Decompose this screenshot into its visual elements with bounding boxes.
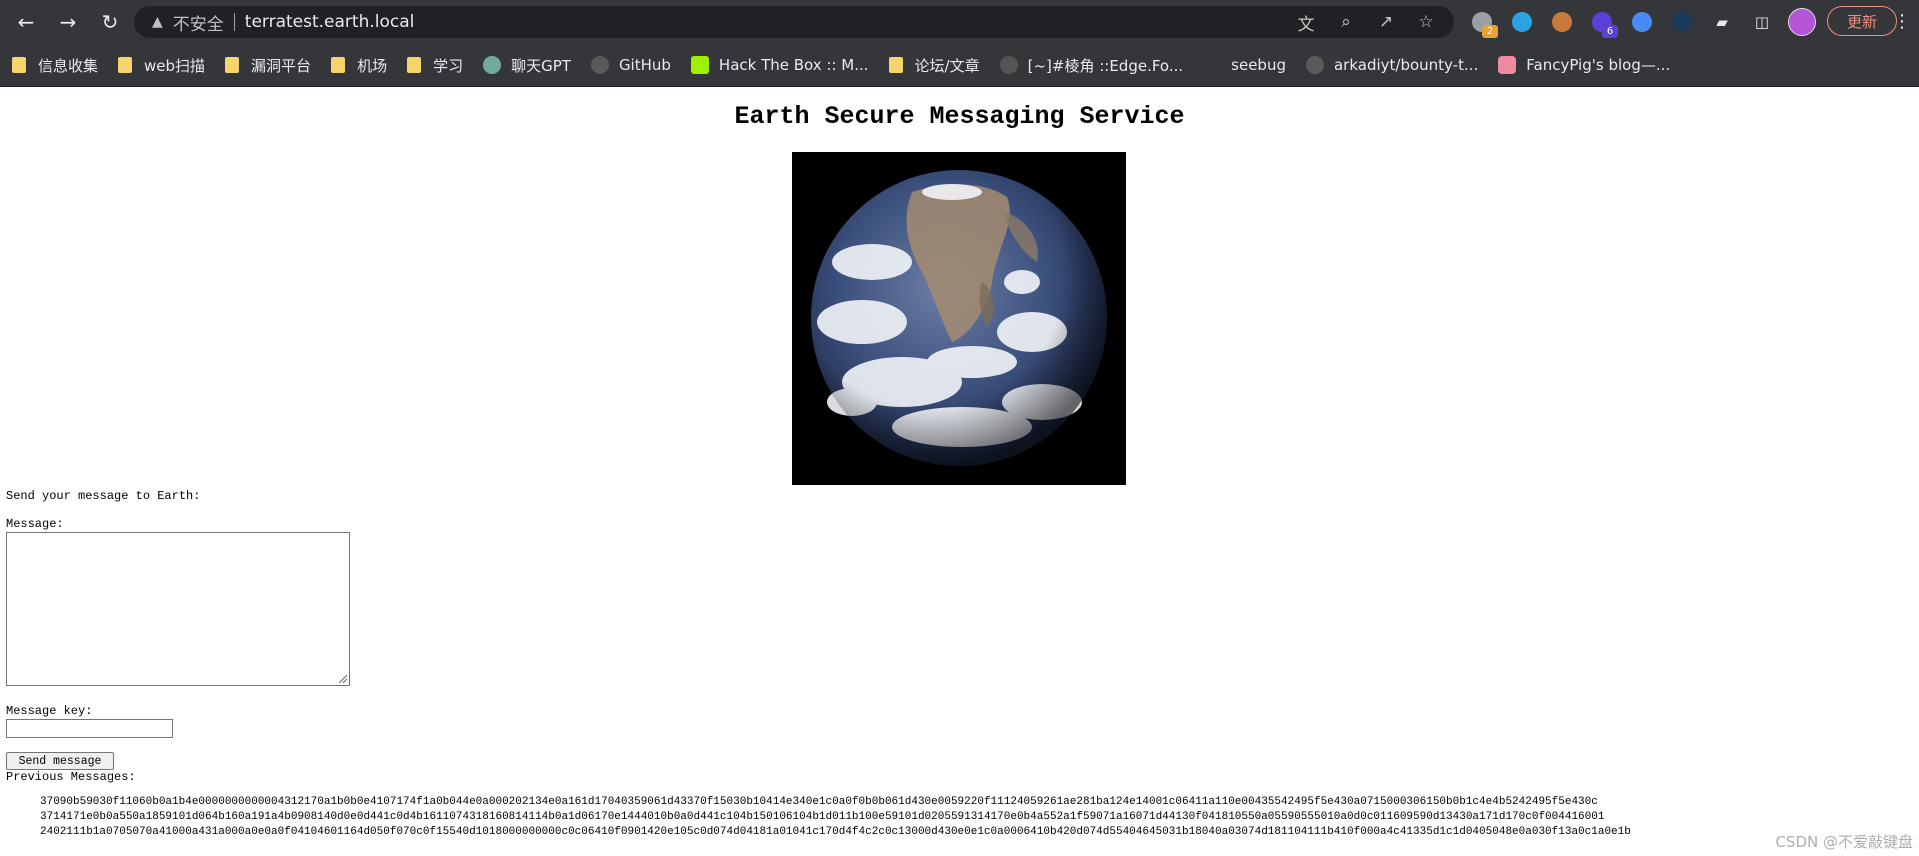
address-bar[interactable]: ▲ 不安全 terratest.earth.local 文 ⌕ ↗ ☆ (134, 6, 1454, 38)
reload-icon[interactable]: ↻ (94, 6, 126, 38)
github-icon (1305, 56, 1324, 74)
message-key-input[interactable] (6, 719, 173, 738)
folder-icon (888, 57, 903, 73)
cookie-extension-icon[interactable] (1544, 6, 1580, 38)
translate-icon[interactable]: 文 (1288, 6, 1324, 38)
browser-toolbar: ← → ↻ ▲ 不安全 terratest.earth.local 文 ⌕ ↗ … (0, 0, 1919, 44)
share-icon[interactable]: ↗ (1368, 6, 1404, 38)
fancypig-icon (1498, 56, 1517, 74)
insecure-label[interactable]: 不安全 (173, 10, 224, 35)
send-message-button[interactable]: Send message (6, 752, 114, 770)
bookmark-link[interactable]: Hack The Box :: M... (683, 51, 877, 79)
message-key-label: Message key: (6, 704, 93, 718)
chatgpt-icon (483, 56, 502, 74)
page-content: Earth Secure Messaging Service Send your… (0, 87, 1919, 856)
folder-icon (118, 57, 133, 73)
warning-triangle-icon[interactable]: ▲ (152, 14, 163, 30)
bookmark-folder[interactable]: web扫描 (110, 51, 213, 79)
bookmarks-bar: 信息收集 web扫描 漏洞平台 机场 学习 聊天GPT GitHub Hack … (0, 44, 1919, 87)
address-separator (233, 13, 235, 31)
message-textarea[interactable] (6, 532, 350, 686)
url-text[interactable]: terratest.earth.local (245, 12, 415, 32)
extension-1-icon[interactable]: 2 (1464, 6, 1500, 38)
bookmark-link[interactable]: arkadiyt/bounty-t... (1298, 51, 1486, 79)
hackthebox-icon (690, 56, 709, 74)
list-item: 2402111b1a0705070a41000a431a000a0e0a0f04… (40, 825, 1919, 840)
profile-avatar[interactable] (1784, 6, 1820, 38)
watermark: CSDN @不爱敲键盘 (1775, 831, 1913, 852)
bookmark-folder[interactable]: 论坛/文章 (881, 51, 988, 79)
resize-grip-icon[interactable] (339, 675, 347, 683)
zoom-icon[interactable]: ⌕ (1328, 6, 1364, 38)
back-arrow-icon[interactable]: ← (10, 6, 42, 38)
omnibox-actions: 文 ⌕ ↗ ☆ (1288, 6, 1444, 38)
earth-image (792, 152, 1126, 485)
extension-badge: 6 (1602, 25, 1618, 38)
update-button[interactable]: 更新 (1827, 6, 1897, 36)
seebug-icon (1203, 56, 1222, 74)
bookmark-link[interactable]: FancyPig's blog—... (1490, 51, 1678, 79)
telegram-extension-icon[interactable] (1504, 6, 1540, 38)
extension-4-icon[interactable]: 6 (1584, 6, 1620, 38)
folder-icon (331, 57, 346, 73)
extensions-area: 2 6 ▰ ◫ (1464, 6, 1820, 38)
folder-icon (225, 57, 240, 73)
side-panel-icon[interactable]: ◫ (1744, 6, 1780, 38)
bookmark-star-icon[interactable]: ☆ (1408, 6, 1444, 38)
send-heading: Send your message to Earth: (6, 489, 201, 503)
folder-icon (12, 57, 26, 73)
page-title: Earth Secure Messaging Service (734, 102, 1185, 131)
extension-badge: 2 (1482, 25, 1498, 38)
bookmark-folder[interactable]: 学习 (399, 51, 471, 79)
message-label: Message: (6, 517, 64, 531)
previous-messages-list: 37090b59030f11060b0a1b4e0000000000004312… (0, 795, 1919, 840)
github-icon (590, 56, 609, 74)
bookmark-link[interactable]: 聊天GPT (475, 51, 579, 79)
folder-icon (407, 57, 422, 73)
list-item: 3714171e0b0a550a1859101d064b160a191a4b09… (40, 810, 1919, 825)
previous-messages-label: Previous Messages: (6, 770, 136, 784)
earth-globe-picture (811, 170, 1107, 466)
extension-6-icon[interactable] (1664, 6, 1700, 38)
menu-kebab-icon[interactable]: ⋮ (1888, 6, 1916, 36)
puzzle-extensions-icon[interactable]: ▰ (1704, 6, 1740, 38)
forward-arrow-icon[interactable]: → (52, 6, 84, 38)
extension-5-icon[interactable] (1624, 6, 1660, 38)
bookmark-link[interactable]: GitHub (583, 51, 679, 79)
bookmark-link[interactable]: [~]#棱角 ::Edge.Fo... (992, 51, 1192, 79)
bookmark-link[interactable]: seebug (1195, 51, 1294, 79)
bookmark-folder[interactable]: 漏洞平台 (217, 51, 319, 79)
bookmark-folder[interactable]: 机场 (323, 51, 395, 79)
bookmark-folder[interactable]: 信息收集 (4, 51, 106, 79)
list-item: 37090b59030f11060b0a1b4e0000000000004312… (40, 795, 1919, 810)
edge-forum-icon (999, 56, 1018, 74)
